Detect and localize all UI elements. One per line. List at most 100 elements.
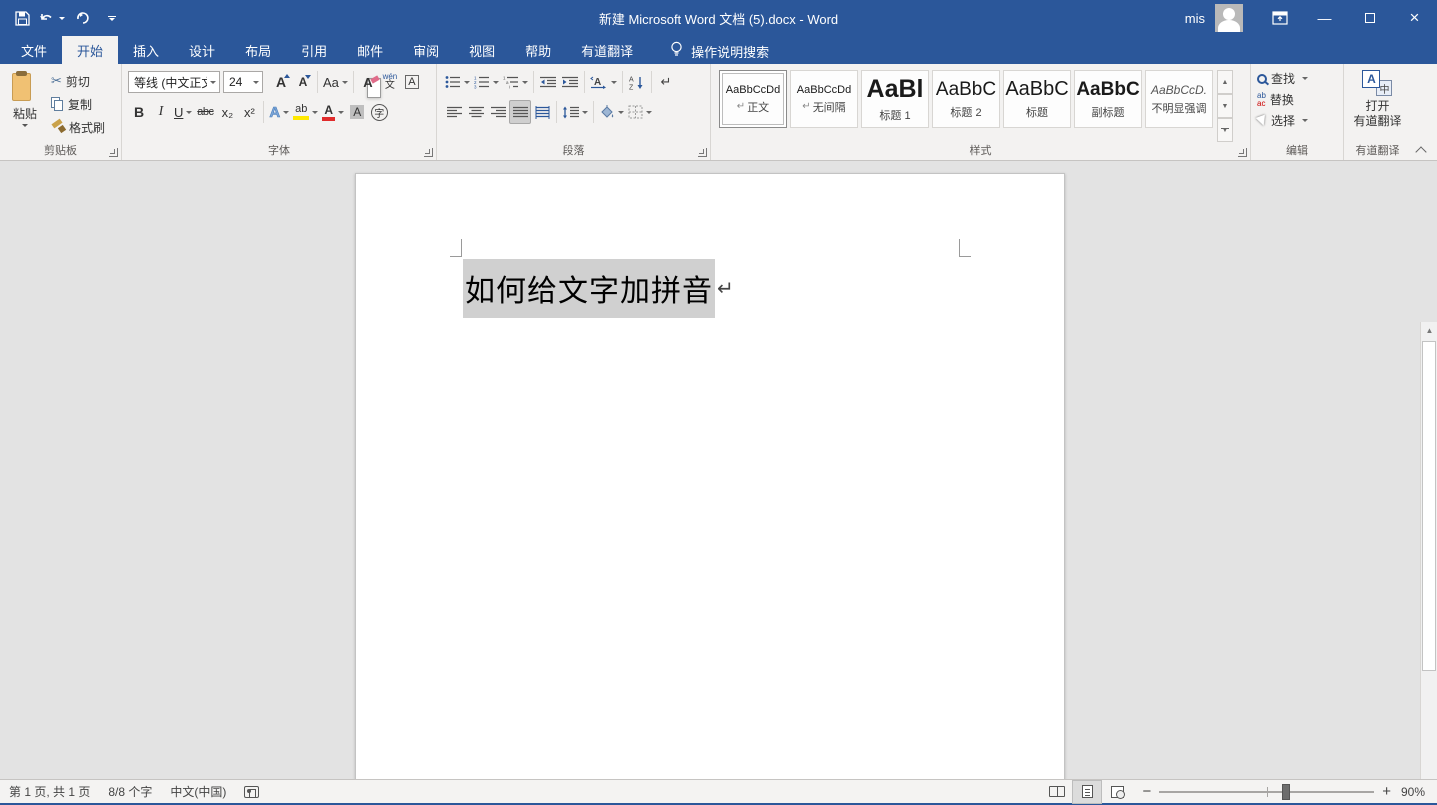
clipboard-dialog-launcher[interactable] bbox=[109, 148, 118, 157]
document-page[interactable]: 如何给文字加拼音 ↵ bbox=[355, 173, 1065, 781]
show-hide-marks-button[interactable]: ↵ bbox=[655, 70, 677, 94]
collapse-ribbon-chevron-icon[interactable] bbox=[1415, 144, 1429, 156]
zoom-slider-thumb[interactable] bbox=[1282, 784, 1290, 800]
undo-button[interactable] bbox=[38, 5, 66, 31]
paragraph-dialog-launcher[interactable] bbox=[698, 148, 707, 157]
bold-button[interactable]: B bbox=[128, 100, 150, 124]
replace-button[interactable]: abac 替换 bbox=[1257, 89, 1341, 110]
styles-dialog-launcher[interactable] bbox=[1238, 148, 1247, 157]
asian-layout-button[interactable]: A bbox=[588, 70, 619, 94]
tell-me-search[interactable]: 操作说明搜索 bbox=[670, 41, 769, 64]
select-button[interactable]: 选择 bbox=[1257, 110, 1341, 131]
style-heading2[interactable]: AaBbC 标题 2 bbox=[932, 70, 1000, 128]
input-status[interactable] bbox=[235, 780, 268, 804]
scrollbar-thumb[interactable] bbox=[1422, 341, 1436, 671]
format-painter-button[interactable]: 格式刷 bbox=[48, 116, 108, 138]
tab-design[interactable]: 设计 bbox=[174, 36, 230, 64]
copy-icon bbox=[51, 97, 64, 111]
copy-button[interactable]: 复制 bbox=[48, 93, 108, 115]
language-indicator[interactable]: 中文(中国) bbox=[161, 780, 235, 804]
save-button[interactable] bbox=[8, 5, 36, 31]
styles-scroll-up-icon[interactable]: ▲ bbox=[1217, 70, 1233, 94]
styles-scroll-down-icon[interactable]: ▼ bbox=[1217, 94, 1233, 118]
maximize-button[interactable] bbox=[1347, 0, 1392, 36]
superscript-button[interactable]: x² bbox=[238, 100, 260, 124]
tab-layout[interactable]: 布局 bbox=[230, 36, 286, 64]
scroll-up-icon[interactable]: ▲ bbox=[1421, 322, 1437, 339]
clear-formatting-button[interactable]: A bbox=[357, 70, 379, 94]
align-right-button[interactable] bbox=[487, 100, 509, 124]
zoom-in-button[interactable]: + bbox=[1382, 783, 1391, 800]
tab-youdao-translate[interactable]: 有道翻译 bbox=[566, 36, 648, 64]
paste-button[interactable]: 粘贴 bbox=[2, 68, 48, 142]
print-layout-button[interactable] bbox=[1072, 780, 1102, 804]
vertical-scrollbar[interactable]: ▲ ▼ bbox=[1420, 322, 1437, 781]
increase-indent-button[interactable] bbox=[559, 70, 581, 94]
undo-dropdown-caret[interactable] bbox=[59, 17, 65, 20]
find-button[interactable]: 查找 bbox=[1257, 68, 1341, 89]
tab-file[interactable]: 文件 bbox=[6, 36, 62, 64]
sort-button[interactable]: AZ bbox=[626, 70, 648, 94]
ribbon-display-options-icon[interactable] bbox=[1257, 0, 1302, 36]
tab-home[interactable]: 开始 bbox=[62, 36, 118, 64]
minimize-button[interactable]: — bbox=[1302, 0, 1347, 36]
subscript-button[interactable]: x₂ bbox=[216, 100, 238, 124]
customize-qat-button[interactable] bbox=[98, 5, 126, 31]
enclose-characters-button[interactable]: 字 bbox=[368, 100, 390, 124]
font-color-button[interactable]: A bbox=[320, 100, 346, 124]
tab-view[interactable]: 视图 bbox=[454, 36, 510, 64]
user-avatar[interactable] bbox=[1215, 4, 1243, 32]
phonetic-guide-button[interactable]: wén文 bbox=[379, 70, 401, 94]
multilevel-list-button[interactable]: 1ai bbox=[501, 70, 530, 94]
align-left-button[interactable] bbox=[443, 100, 465, 124]
style-title[interactable]: AaBbC 标题 bbox=[1003, 70, 1071, 128]
italic-button[interactable]: I bbox=[150, 100, 172, 124]
open-youdao-button[interactable]: 中 A 打开 有道翻译 bbox=[1353, 68, 1401, 129]
tab-references[interactable]: 引用 bbox=[286, 36, 342, 64]
page-indicator[interactable]: 第 1 页, 共 1 页 bbox=[0, 780, 99, 804]
font-size-combo[interactable]: 24 bbox=[223, 71, 263, 93]
zoom-out-button[interactable]: − bbox=[1142, 783, 1151, 800]
numbering-button[interactable]: 123 bbox=[472, 70, 501, 94]
style-normal[interactable]: AaBbCcDd ↵正文 bbox=[719, 70, 787, 128]
word-count[interactable]: 8/8 个字 bbox=[99, 780, 161, 804]
style-heading1[interactable]: AaBl 标题 1 bbox=[861, 70, 929, 128]
decrease-indent-button[interactable] bbox=[537, 70, 559, 94]
font-dialog-launcher[interactable] bbox=[424, 148, 433, 157]
strikethrough-button[interactable]: abc bbox=[194, 100, 216, 124]
shading-button[interactable] bbox=[597, 100, 626, 124]
justify-button[interactable] bbox=[509, 100, 531, 124]
borders-button[interactable] bbox=[626, 100, 654, 124]
styles-more-icon[interactable]: ▼ bbox=[1217, 118, 1233, 142]
character-shading-button[interactable]: A bbox=[346, 100, 368, 124]
tab-insert[interactable]: 插入 bbox=[118, 36, 174, 64]
style-subtitle[interactable]: AaBbC 副标题 bbox=[1074, 70, 1142, 128]
grow-font-button[interactable]: A bbox=[270, 70, 292, 94]
tab-help[interactable]: 帮助 bbox=[510, 36, 566, 64]
text-effects-button[interactable]: A bbox=[267, 100, 291, 124]
line-spacing-button[interactable] bbox=[560, 100, 590, 124]
text-highlight-button[interactable]: ab bbox=[291, 100, 320, 124]
character-border-button[interactable]: A bbox=[401, 70, 423, 94]
signed-in-user[interactable]: mis bbox=[1185, 11, 1205, 26]
underline-button[interactable]: U bbox=[172, 100, 194, 124]
close-button[interactable]: × bbox=[1392, 0, 1437, 36]
zoom-slider[interactable] bbox=[1159, 791, 1374, 793]
font-name-combo[interactable]: 等线 (中文正文 bbox=[128, 71, 220, 93]
shrink-font-button[interactable]: A bbox=[292, 70, 314, 94]
distributed-button[interactable] bbox=[531, 100, 553, 124]
align-center-button[interactable] bbox=[465, 100, 487, 124]
cut-button[interactable]: ✂ 剪切 bbox=[48, 70, 108, 92]
zoom-percentage[interactable]: 90% bbox=[1401, 785, 1437, 799]
style-no-spacing[interactable]: AaBbCcDd ↵无间隔 bbox=[790, 70, 858, 128]
bullets-button[interactable] bbox=[443, 70, 472, 94]
tab-review[interactable]: 审阅 bbox=[398, 36, 454, 64]
change-case-button[interactable]: Aa bbox=[321, 70, 350, 94]
document-text-line[interactable]: 如何给文字加拼音 ↵ bbox=[463, 259, 734, 318]
web-layout-button[interactable] bbox=[1102, 780, 1132, 804]
redo-button[interactable] bbox=[68, 5, 96, 31]
selected-text[interactable]: 如何给文字加拼音 bbox=[463, 259, 715, 318]
tab-mailings[interactable]: 邮件 bbox=[342, 36, 398, 64]
style-subtle-emphasis[interactable]: AaBbCcD. 不明显强调 bbox=[1145, 70, 1213, 128]
read-mode-button[interactable] bbox=[1042, 780, 1072, 804]
